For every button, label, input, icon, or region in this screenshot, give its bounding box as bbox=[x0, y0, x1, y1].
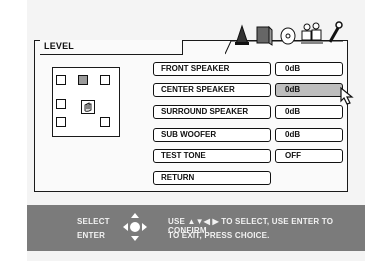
remote-nav-icon bbox=[123, 213, 147, 241]
front-right-speaker bbox=[100, 75, 110, 85]
front-left-speaker bbox=[56, 75, 66, 85]
disc-tab-icon[interactable] bbox=[279, 26, 297, 46]
center-speaker bbox=[78, 75, 88, 85]
speaker-layout-diagram bbox=[52, 67, 120, 137]
subwoofer-speaker bbox=[56, 99, 66, 109]
sub-woofer-label[interactable]: SUB WOOFER bbox=[153, 128, 271, 142]
front-speaker-value[interactable]: 0dB bbox=[275, 62, 343, 76]
center-speaker-label[interactable]: CENTER SPEAKER bbox=[153, 83, 271, 97]
surround-speaker-value[interactable]: 0dB bbox=[275, 105, 343, 119]
surround-left-speaker bbox=[56, 117, 66, 127]
select-hint-label: SELECT bbox=[77, 217, 110, 226]
help-footer: SELECT ENTER USE ▲▼◀ ▶ TO SELECT, USE EN… bbox=[27, 205, 365, 251]
panel-title: LEVEL bbox=[44, 41, 75, 51]
listener-icon bbox=[81, 100, 95, 114]
screen-tab-icon[interactable] bbox=[255, 26, 273, 46]
test-tone-label[interactable]: TEST TONE bbox=[153, 149, 271, 163]
pointer-cursor-icon bbox=[340, 86, 354, 105]
sub-woofer-value[interactable]: 0dB bbox=[275, 128, 343, 142]
return-button[interactable]: RETURN bbox=[153, 171, 271, 185]
front-speaker-label[interactable]: FRONT SPEAKER bbox=[153, 62, 271, 76]
level-settings-panel: LEVEL FRONT SPEAKER 0dB CENTER SPEAKER 0… bbox=[34, 21, 348, 192]
surround-speaker-label[interactable]: SURROUND SPEAKER bbox=[153, 105, 271, 119]
panel-title-tab: LEVEL bbox=[40, 40, 183, 55]
menu-tab-icons bbox=[225, 15, 345, 55]
help-line-2: TO EXIT, PRESS CHOICE. bbox=[168, 231, 270, 240]
surround-right-speaker bbox=[100, 117, 110, 127]
wrench-tab-icon[interactable] bbox=[327, 20, 343, 44]
enter-hint-label: ENTER bbox=[77, 231, 106, 240]
speaker-tab-icon[interactable] bbox=[233, 24, 251, 46]
people-tab-icon[interactable] bbox=[299, 21, 325, 45]
test-tone-value[interactable]: OFF bbox=[275, 149, 343, 163]
center-speaker-value[interactable]: 0dB bbox=[275, 83, 343, 97]
